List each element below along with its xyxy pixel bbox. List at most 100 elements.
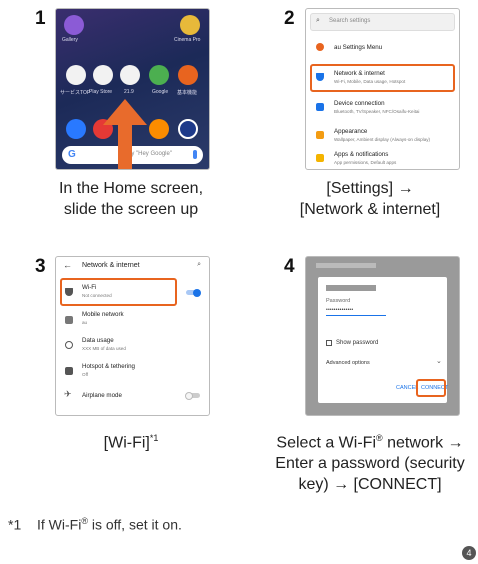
data-usage-icon (65, 341, 73, 349)
network-item-data-sub: XXX MB of data used (82, 346, 126, 351)
cinema-pro-label: Cinema Pro (174, 37, 201, 43)
network-title: Network & internet (82, 262, 140, 269)
network-screenshot: ← Network & internet ⌕ Wi-Fi Not connect… (55, 256, 210, 416)
network-item-data[interactable]: Data usage XXX MB of data used (56, 333, 209, 357)
gallery-label: Gallery (62, 37, 78, 43)
app-label-basic: 基本機能 (177, 90, 198, 96)
footnote-mark: *1 (8, 516, 22, 533)
basic-functions-icon (178, 65, 198, 85)
caption-1-line-2: slide the screen up (63, 201, 199, 218)
blurred-network-name (316, 263, 376, 268)
au-icon (316, 43, 324, 51)
caption-2-line-1: [Settings] → (326, 180, 414, 197)
app-label-google: Google (152, 89, 169, 95)
airplane-toggle[interactable] (185, 391, 200, 400)
footnote: *1 If Wi-Fi® is off, set it on. (8, 516, 182, 533)
footnote-reg: ® (81, 516, 88, 526)
gallery-icon (64, 15, 84, 35)
caption-3-footnote-mark: *1 (149, 433, 159, 443)
swipe-up-arrowhead (103, 99, 147, 125)
network-header: ← Network & internet ⌕ (56, 257, 209, 275)
google-search-bar[interactable]: G Say "Hey Google" (62, 146, 203, 164)
settings-item-apps-sub: App permissions, Default apps (334, 160, 397, 165)
advanced-options[interactable]: Advanced options (326, 360, 370, 366)
show-password-label: Show password (336, 340, 379, 346)
signal-icon (65, 316, 73, 324)
app-label-clock: 21.9 (124, 89, 134, 95)
network-item-hotspot-title: Hotspot & tethering (82, 363, 135, 370)
caption-step-2: [Settings] → [Network & internet] (262, 178, 478, 220)
appearance-icon (316, 131, 324, 139)
swipe-up-arrow (118, 123, 132, 169)
network-item-airplane[interactable]: ✈ Airplane mode (56, 385, 209, 407)
network-item-hotspot[interactable]: Hotspot & tethering Off (56, 359, 209, 383)
network-item-mobile-sub: au (82, 320, 88, 325)
caption-1-line-1: In the Home screen, (58, 180, 204, 197)
cinema-pro-icon (180, 15, 200, 35)
google-folder-icon (149, 65, 169, 85)
settings-item-appearance-sub: Wallpaper, Ambient display (Always-on di… (334, 137, 431, 142)
network-item-mobile-title: Mobile network (82, 311, 124, 318)
clock-icon (120, 65, 140, 85)
settings-item-appearance-title: Appearance (334, 128, 368, 135)
play-store-icon (93, 65, 113, 85)
google-g-icon: G (68, 149, 76, 160)
show-password-checkbox[interactable] (326, 340, 332, 346)
settings-item-device[interactable]: Device connection Bluetooth, TV/Speaker,… (306, 95, 459, 121)
cancel-button[interactable]: CANCEL (396, 385, 418, 391)
highlight-connect (416, 379, 446, 397)
highlight-wifi (60, 278, 177, 306)
caption-4-line-1a: Select a Wi-Fi (276, 434, 376, 452)
caption-4-reg: ® (376, 433, 383, 443)
settings-item-device-title: Device connection (334, 100, 385, 107)
network-item-mobile[interactable]: Mobile network au (56, 307, 209, 331)
page-number-badge: 4 (462, 546, 476, 560)
caption-step-4: Select a Wi-Fi® network → Enter a passwo… (262, 428, 478, 495)
settings-item-apps[interactable]: Apps & notifications App permissions, De… (306, 147, 459, 169)
home-screen-screenshot: Gallery Cinema Pro サービスTOP Play Store 21… (55, 8, 210, 170)
mic-icon (193, 150, 197, 159)
airplane-icon: ✈ (64, 389, 72, 399)
settings-screenshot: ⌕ Search settings au Settings Menu Netwo… (305, 8, 460, 170)
search-icon[interactable]: ⌕ (197, 261, 201, 269)
app-label-play: Play Store (89, 89, 113, 95)
app-label-service: サービスTOP (60, 90, 91, 96)
caption-4-line-3: key) → [CONNECT] (298, 476, 442, 494)
wifi-toggle-knob (193, 288, 201, 297)
settings-item-apps-title: Apps & notifications (334, 151, 389, 158)
selected-network-name (326, 285, 376, 291)
network-item-hotspot-sub: Off (82, 372, 89, 377)
password-label: Password (326, 298, 351, 304)
wifi-toggle[interactable] (186, 288, 201, 297)
airplane-toggle-knob (185, 391, 193, 400)
dock-app-4-icon (149, 119, 169, 139)
step-number-3: 3 (35, 256, 46, 277)
wifi-password-dialog: Password •••••••••••••• Show password Ad… (318, 277, 448, 403)
caption-4-line-1b: network → (382, 434, 464, 452)
apps-icon (316, 154, 324, 162)
search-placeholder: Search settings (329, 18, 371, 24)
device-connection-icon (316, 103, 324, 111)
settings-item-appearance[interactable]: Appearance Wallpaper, Ambient display (A… (306, 123, 459, 149)
camera-icon (178, 119, 198, 139)
back-arrow-icon[interactable]: ← (63, 260, 72, 270)
settings-item-au[interactable]: au Settings Menu (306, 37, 459, 57)
settings-search-bar[interactable]: ⌕ Search settings (310, 13, 455, 31)
step-number-1: 1 (35, 8, 46, 29)
caption-step-1: In the Home screen, slide the screen up (0, 178, 262, 220)
hotspot-icon (65, 367, 73, 375)
network-item-airplane-title: Airplane mode (82, 392, 122, 399)
chevron-down-icon[interactable]: ⌄ (436, 357, 442, 365)
caption-4-line-1: Select a Wi-Fi® network → (262, 428, 478, 453)
service-top-icon (66, 65, 86, 85)
dock-app-1-icon (66, 119, 86, 139)
highlight-network-internet (310, 64, 455, 92)
password-value: •••••••••••••• (326, 307, 354, 313)
step-number-2: 2 (284, 8, 295, 29)
search-icon: ⌕ (316, 17, 320, 24)
wifi-dialog-screenshot: Password •••••••••••••• Show password Ad… (305, 256, 460, 416)
password-field[interactable]: •••••••••••••• (326, 307, 386, 316)
network-item-data-title: Data usage (82, 337, 114, 344)
caption-2-line-2: [Network & internet] (299, 201, 441, 218)
footnote-text-end: is off, set it on. (87, 516, 182, 533)
